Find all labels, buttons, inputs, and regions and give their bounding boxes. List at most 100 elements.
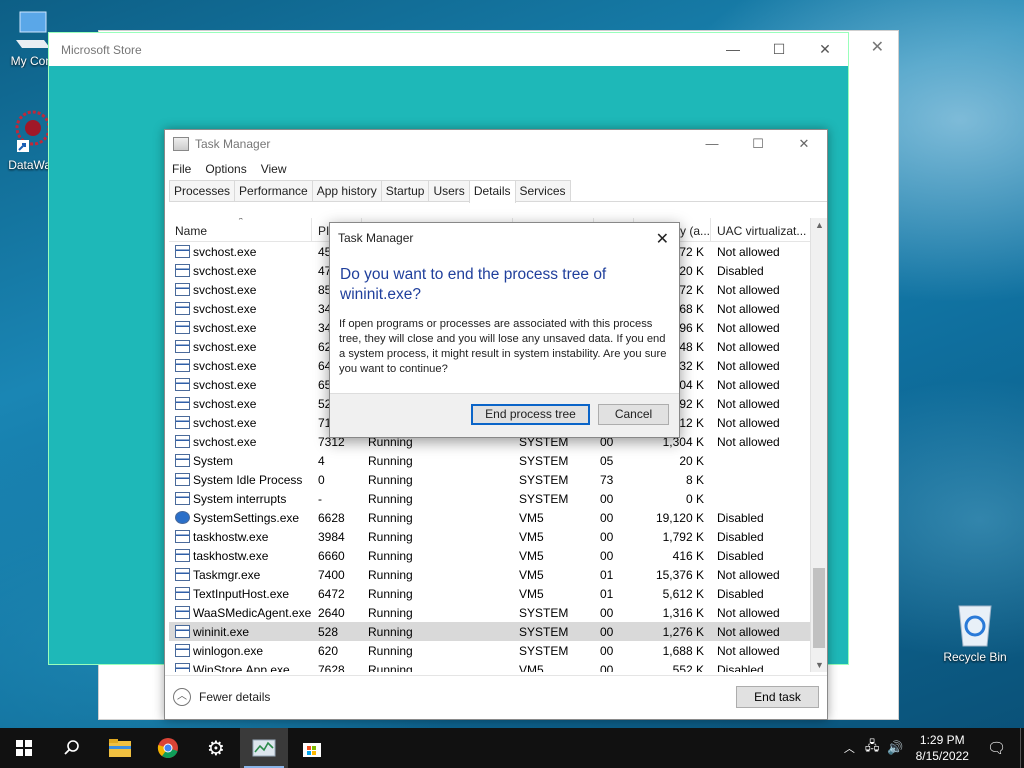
tab-performance[interactable]: Performance <box>234 180 313 201</box>
cell-name: svchost.exe <box>169 245 312 259</box>
taskbar-settings[interactable]: ⚙ <box>192 728 240 768</box>
cell-memory: 19,120 K <box>655 510 704 525</box>
table-row[interactable]: wininit.exe 528 Running SYSTEM 00 1,276 K Not … <box>169 622 811 641</box>
cell-user: VM5 <box>519 548 544 563</box>
tab-users[interactable]: Users <box>428 180 470 201</box>
store-bag-icon <box>303 743 321 757</box>
network-icon[interactable]: 🖧 <box>865 737 880 759</box>
table-row[interactable]: SystemSettings.exe 6628 Running VM5 00 19,120… <box>169 508 811 527</box>
start-button[interactable] <box>0 728 48 768</box>
tab-processes[interactable]: Processes <box>169 180 236 201</box>
table-row[interactable]: WaaSMedicAgent.exe 2640 Running SYSTEM 00 1,3… <box>169 603 811 622</box>
volume-icon[interactable]: 🔊 <box>887 740 903 756</box>
menu-file[interactable]: File <box>172 162 191 176</box>
clock[interactable]: 1:29 PM 8/15/2022 <box>916 732 969 764</box>
scroll-up-icon[interactable]: ▲ <box>811 220 828 230</box>
cell-pid: - <box>318 491 322 506</box>
chrome-icon <box>157 738 178 759</box>
cell-uac: Not allowed <box>717 567 780 582</box>
process-name: SystemSettings.exe <box>193 510 300 525</box>
cell-pid: 6628 <box>318 510 345 525</box>
process-name: svchost.exe <box>193 282 257 297</box>
table-row[interactable]: WinStore.App.exe 7628 Running VM5 00 552 K Dis… <box>169 660 811 672</box>
cell-uac: Not allowed <box>717 282 780 297</box>
maximize-button[interactable]: ☐ <box>756 33 802 66</box>
show-desktop-button[interactable] <box>1020 728 1024 768</box>
close-icon[interactable]: ✕ <box>656 229 669 249</box>
process-name: svchost.exe <box>193 358 257 373</box>
close-button[interactable]: ✕ <box>781 130 827 158</box>
gear-icon <box>175 511 190 524</box>
scroll-down-icon[interactable]: ▼ <box>811 660 828 670</box>
minimize-button[interactable]: — <box>689 130 735 158</box>
table-row[interactable]: System interrupts - Running SYSTEM 00 0 K <box>169 489 811 508</box>
tab-startup[interactable]: Startup <box>380 180 430 201</box>
cell-status: Running <box>368 510 413 525</box>
cell-uac: Not allowed <box>717 605 780 620</box>
desktop-icon-recycle-bin[interactable]: Recycle Bin <box>940 602 1010 664</box>
table-row[interactable]: Taskmgr.exe 7400 Running VM5 01 15,376 K Not a… <box>169 565 811 584</box>
tab-details[interactable]: Details <box>468 180 516 203</box>
cancel-button[interactable]: Cancel <box>598 404 669 425</box>
table-row[interactable]: System 4 Running SYSTEM 05 20 K <box>169 451 811 470</box>
tm-menubar: File Options View <box>165 158 827 180</box>
scrollbar-thumb[interactable] <box>813 568 825 648</box>
cell-uac: Not allowed <box>717 320 780 335</box>
process-name: wininit.exe <box>193 624 250 639</box>
table-row[interactable]: winlogon.exe 620 Running SYSTEM 00 1,688 K Not… <box>169 641 811 660</box>
store-window-controls: — ☐ ✕ <box>710 33 848 66</box>
process-icon <box>175 549 190 562</box>
table-row[interactable]: taskhostw.exe 3984 Running VM5 00 1,792 K Disa… <box>169 527 811 546</box>
cell-name: System interrupts <box>169 492 312 506</box>
process-icon <box>175 625 190 638</box>
taskbar-chrome[interactable] <box>144 728 192 768</box>
table-row[interactable]: System Idle Process 0 Running SYSTEM 73 8 K <box>169 470 811 489</box>
taskbar-microsoft-store[interactable] <box>288 728 336 768</box>
end-process-tree-button[interactable]: End process tree <box>471 404 590 425</box>
process-name: svchost.exe <box>193 396 257 411</box>
cell-cpu: 00 <box>600 548 614 563</box>
process-name: svchost.exe <box>193 377 257 392</box>
process-icon <box>175 416 190 429</box>
chevron-up-icon[interactable]: ︿ <box>844 740 855 756</box>
cell-name: WaaSMedicAgent.exe <box>169 606 312 620</box>
table-row[interactable]: TextInputHost.exe 6472 Running VM5 01 5,612 K… <box>169 584 811 603</box>
taskbar-file-explorer[interactable] <box>96 728 144 768</box>
cell-cpu: 01 <box>600 567 614 582</box>
minimize-button[interactable]: — <box>710 33 756 66</box>
tab-services[interactable]: Services <box>514 180 571 201</box>
column-header-uac[interactable]: UAC virtualizat... <box>711 218 811 241</box>
end-task-button[interactable]: End task <box>736 686 819 708</box>
tm-window-controls: — ☐ ✕ <box>689 130 827 158</box>
cell-user: VM5 <box>519 662 544 673</box>
menu-view[interactable]: View <box>261 162 287 176</box>
cell-user: VM5 <box>519 586 544 601</box>
process-name: WaaSMedicAgent.exe <box>193 605 312 620</box>
vertical-scrollbar[interactable]: ▲ ▼ <box>810 218 827 672</box>
cell-uac: Not allowed <box>717 624 780 639</box>
cell-memory: 5,612 K <box>662 586 704 601</box>
cell-status: Running <box>368 491 413 506</box>
fewer-details-button[interactable]: ︿ Fewer details <box>173 688 270 706</box>
maximize-button[interactable]: ☐ <box>735 130 781 158</box>
cell-uac: Not allowed <box>717 358 780 373</box>
taskbar-task-manager[interactable] <box>240 728 288 768</box>
table-row[interactable]: taskhostw.exe 6660 Running VM5 00 416 K Disabl… <box>169 546 811 565</box>
notification-icon[interactable]: 🗨 <box>987 739 1006 757</box>
process-icon <box>175 302 190 315</box>
close-button[interactable]: ✕ <box>802 33 848 66</box>
tab-app-history[interactable]: App history <box>311 180 382 201</box>
computer-icon <box>16 11 50 48</box>
close-icon[interactable]: ✕ <box>871 37 884 57</box>
task-manager-icon <box>175 568 190 581</box>
search-button[interactable] <box>48 728 96 768</box>
process-icon <box>175 245 190 258</box>
process-icon <box>175 264 190 277</box>
cell-uac: Not allowed <box>717 434 780 449</box>
process-name: taskhostw.exe <box>193 548 269 563</box>
menu-options[interactable]: Options <box>205 162 246 176</box>
cell-uac: Not allowed <box>717 643 780 658</box>
cell-user: SYSTEM <box>519 491 569 506</box>
process-icon <box>175 587 190 600</box>
process-name: svchost.exe <box>193 263 257 278</box>
